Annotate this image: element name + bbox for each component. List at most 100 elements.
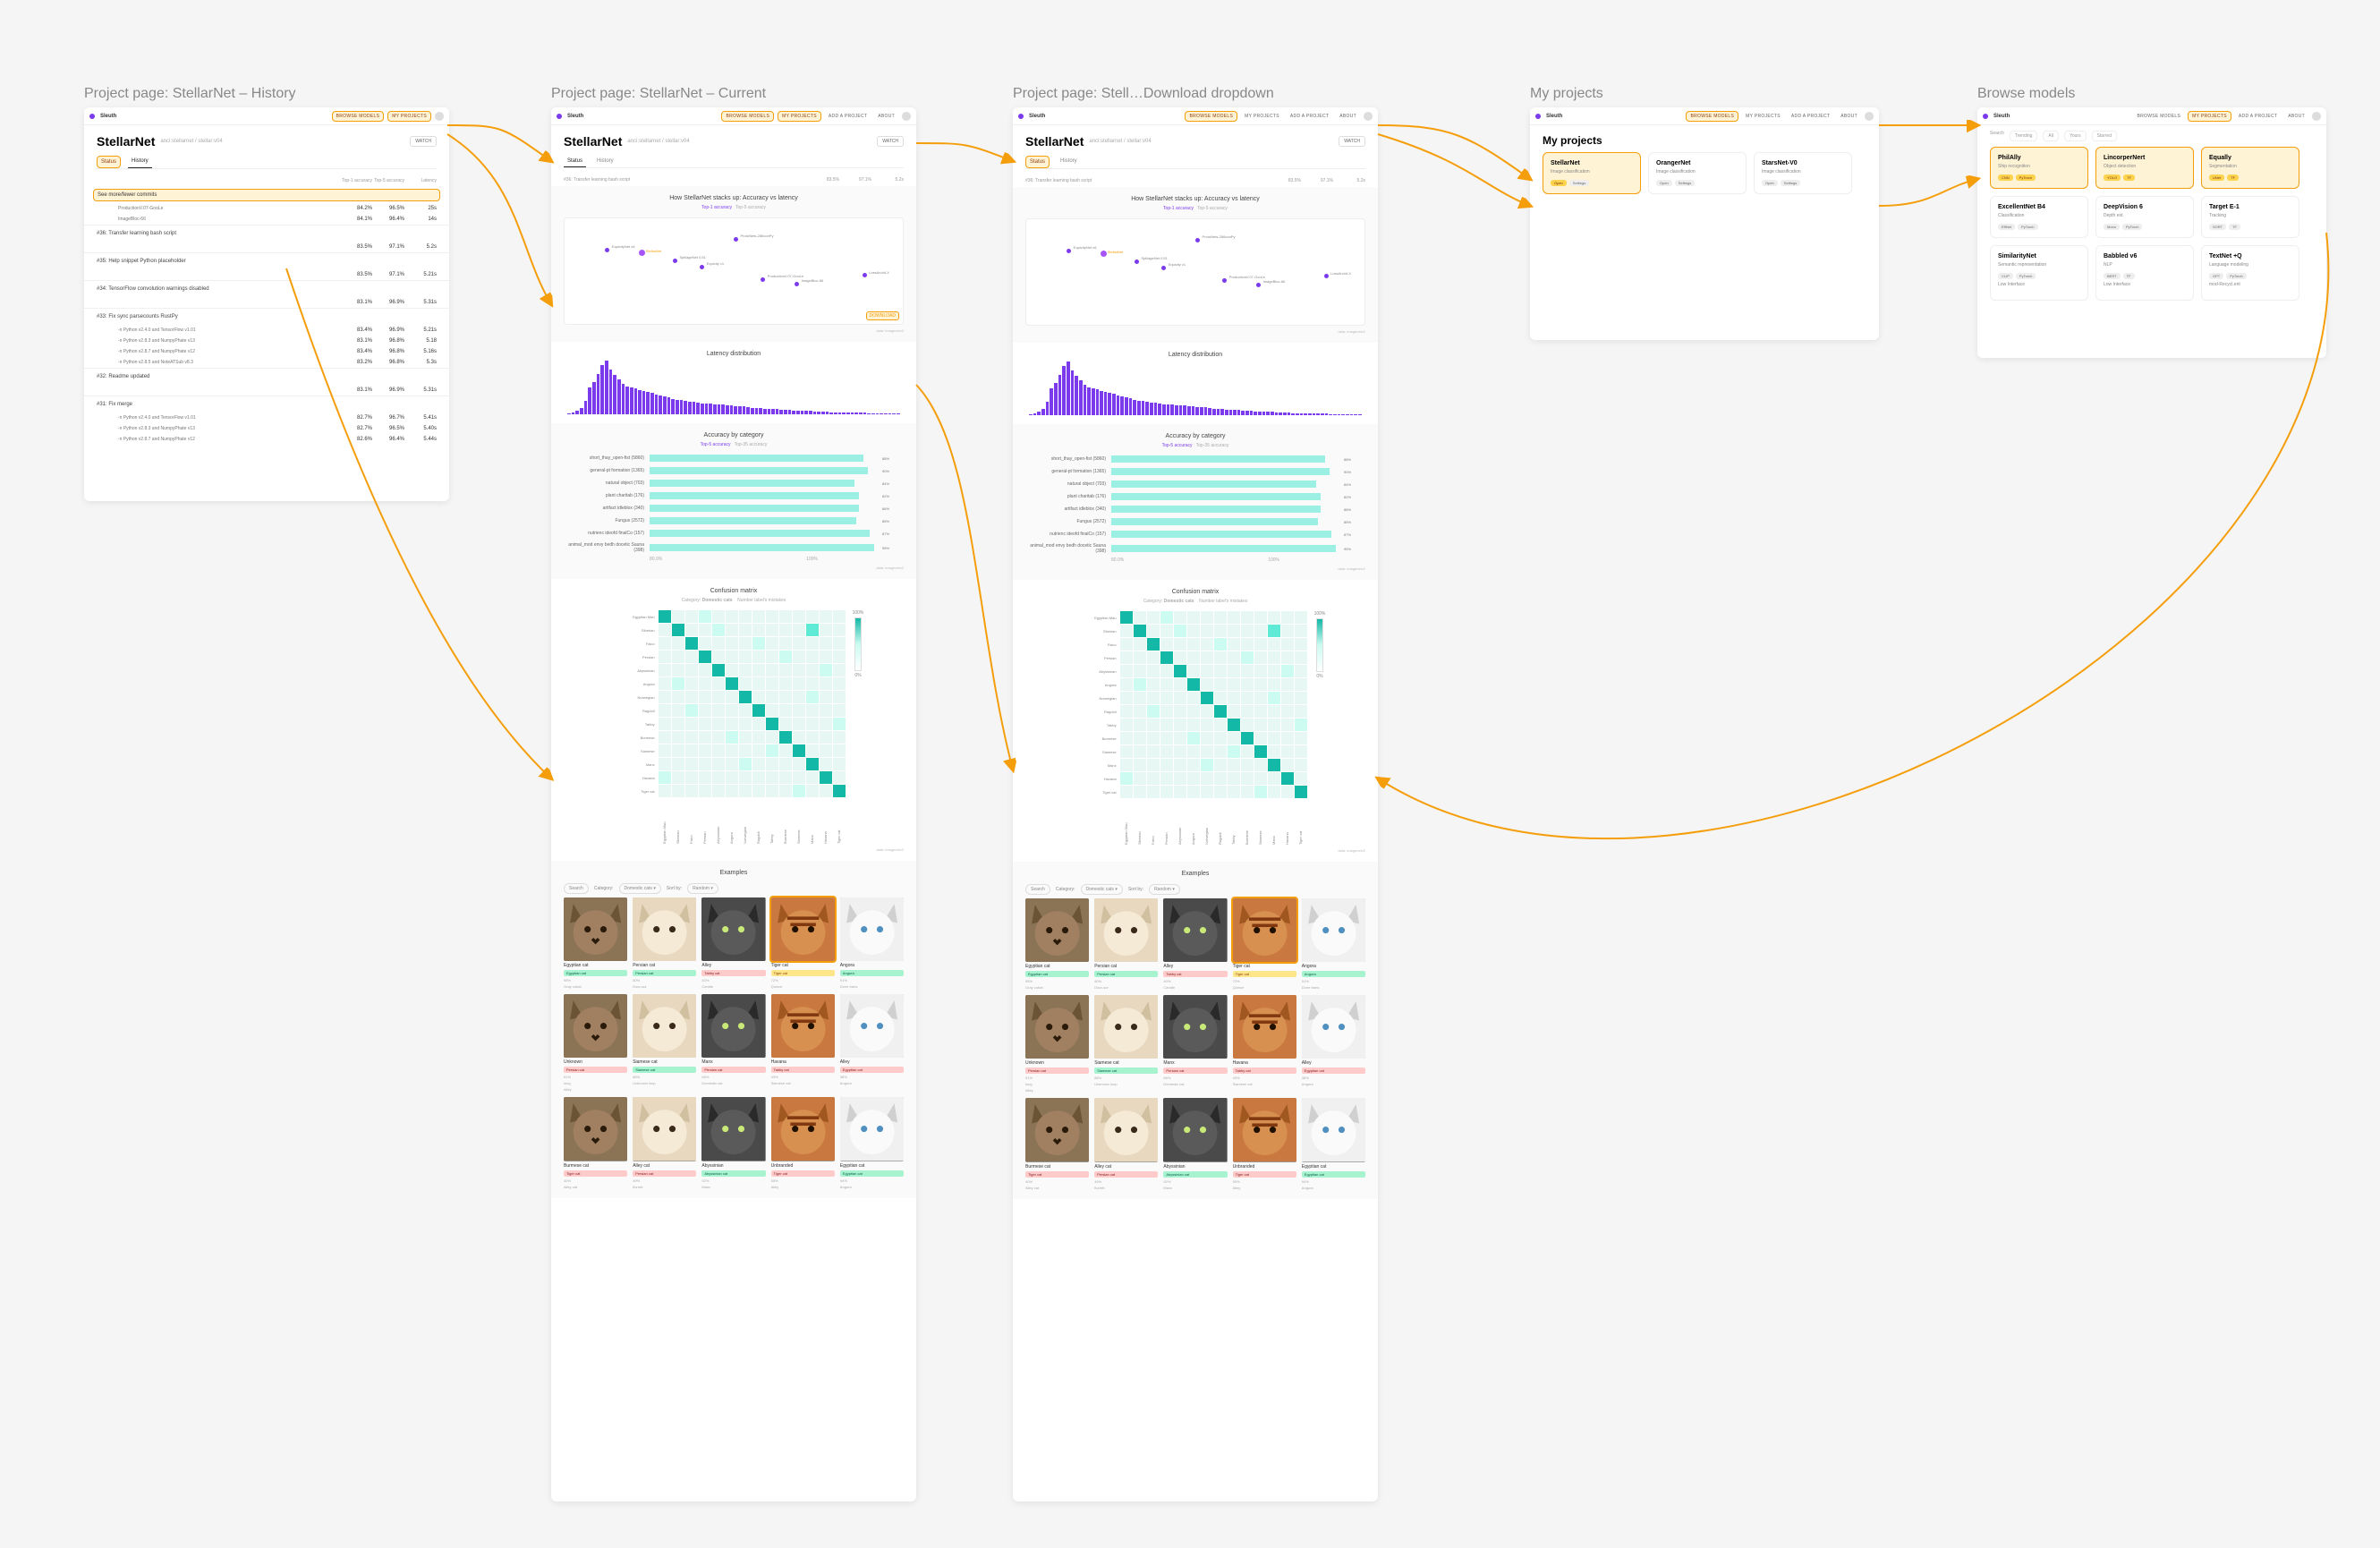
example-card[interactable]: Siamese cat Siamese cat 88% Unknown loop	[1094, 995, 1158, 1093]
model-card[interactable]: Target E-1 Tracking SORTTF	[2201, 196, 2299, 238]
nav-my-projects[interactable]: MY PROJECTS	[387, 111, 431, 122]
example-card[interactable]: Havana Tabby cat 43% Siamese cat	[1233, 995, 1296, 1093]
nav-add[interactable]: ADD A PROJECT	[825, 112, 871, 121]
history-commit[interactable]: #31: Fix merge	[84, 396, 449, 413]
open-button[interactable]: Open	[1656, 180, 1672, 186]
example-card[interactable]: Alley Egyptian cat 38% Angora	[1302, 995, 1365, 1093]
example-image[interactable]	[1025, 1098, 1089, 1161]
watch-button[interactable]: WATCH	[1339, 136, 1365, 147]
example-card[interactable]: Alley cat Persian cat 49% flurrett	[1094, 1098, 1158, 1189]
filter-trending[interactable]: Trending	[2010, 131, 2038, 141]
scatter-dot[interactable]	[761, 277, 765, 282]
confusion-matrix[interactable]: Egyptian MauSiberianFalcoPersianAbyssini…	[604, 610, 846, 797]
model-card[interactable]: LincorperNert Object detection YOLOTF	[2095, 147, 2194, 189]
example-card[interactable]: Tiger cat Tiger cat 72% Quince	[1233, 898, 1296, 990]
history-run[interactable]: -n Python v2.8.3 and NumpyPhate v1383.1%…	[84, 336, 449, 346]
example-card[interactable]: Alley Tabby cat 40% Candle	[701, 897, 765, 989]
example-image[interactable]	[1025, 995, 1089, 1059]
nav-add[interactable]: ADD A PROJECT	[1287, 112, 1332, 121]
example-card[interactable]: Unknown Persian cat 51% long Alley	[1025, 995, 1089, 1093]
example-card[interactable]: Egyptian cat Egyptian cat 94% Angora	[840, 1097, 904, 1188]
example-image[interactable]	[771, 994, 835, 1058]
example-image[interactable]	[564, 1097, 627, 1161]
example-image[interactable]	[840, 994, 904, 1058]
example-card[interactable]: Manx Persian cat 66% Domestic cat	[1163, 995, 1227, 1093]
history-commit[interactable]: #35: Help snippet Python placeholder	[84, 252, 449, 269]
tab-status[interactable]: Status	[97, 156, 121, 168]
watch-button[interactable]: WATCH	[410, 136, 437, 147]
nav-browse[interactable]: BROWSE MODELS	[332, 111, 385, 122]
example-image[interactable]	[1163, 898, 1227, 962]
example-image[interactable]	[1302, 1098, 1365, 1161]
tab-status[interactable]: Status	[1025, 156, 1050, 168]
example-card[interactable]: Unknown Persian cat 51% long Alley	[564, 994, 627, 1092]
scatter-dot[interactable]	[605, 248, 609, 252]
search-input[interactable]: Search	[564, 883, 589, 894]
nav-about[interactable]: ABOUT	[1837, 112, 1861, 121]
example-card[interactable]: Siamese cat Siamese cat 88% Unknown loop	[633, 994, 696, 1092]
avatar-icon[interactable]	[1364, 112, 1373, 121]
example-card[interactable]: Alley Egyptian cat 38% Angora	[840, 994, 904, 1092]
scatter-dot[interactable]	[1101, 251, 1107, 257]
tab-history[interactable]: History	[128, 156, 152, 168]
example-image[interactable]	[701, 1097, 765, 1161]
avatar-icon[interactable]	[902, 112, 911, 121]
example-card[interactable]: Persian cat Persian cat 80% Door-sur	[633, 897, 696, 989]
nav-my-projects[interactable]: MY PROJECTS	[1742, 112, 1784, 121]
scatter-dot[interactable]	[863, 273, 867, 277]
scatter-dot[interactable]	[1256, 283, 1261, 287]
history-run[interactable]: ProductionV.07-GooLe84.2%96.5%25s	[84, 203, 449, 214]
avatar-icon[interactable]	[2312, 112, 2321, 121]
tab-history[interactable]: History	[593, 156, 617, 167]
example-image[interactable]	[1233, 995, 1296, 1059]
nav-my-projects[interactable]: MY PROJECTS	[778, 111, 821, 122]
history-commit[interactable]: #33: Fix sync parsecounts RustPy	[84, 308, 449, 325]
scatter-dot[interactable]	[700, 265, 704, 269]
example-image[interactable]	[564, 897, 627, 961]
example-image[interactable]	[771, 897, 835, 961]
model-card[interactable]: ExcellentNet B4 Classification EffNetPyT…	[1990, 196, 2088, 238]
example-card[interactable]: Burmese cat Tiger cat 40% Alley cat	[1025, 1098, 1089, 1189]
example-image[interactable]	[1233, 898, 1296, 962]
example-image[interactable]	[633, 1097, 696, 1161]
filter-all[interactable]: All	[2043, 131, 2059, 141]
example-card[interactable]: Havana Tabby cat 43% Siamese cat	[771, 994, 835, 1092]
example-image[interactable]	[1302, 995, 1365, 1059]
example-image[interactable]	[840, 897, 904, 961]
example-image[interactable]	[1025, 898, 1089, 962]
download-dropdown[interactable]: DOWNLOAD	[866, 311, 899, 320]
scatter-dot[interactable]	[639, 250, 645, 256]
example-image[interactable]	[1163, 995, 1227, 1059]
history-run[interactable]: ImageBloc-6684.1%96.4%14s	[84, 214, 449, 225]
nav-about[interactable]: ABOUT	[1336, 112, 1360, 121]
example-image[interactable]	[1094, 1098, 1158, 1161]
example-image[interactable]	[633, 897, 696, 961]
example-card[interactable]: Tiger cat Tiger cat 72% Quince	[771, 897, 835, 989]
tab-history[interactable]: History	[1057, 156, 1081, 168]
example-image[interactable]	[840, 1097, 904, 1161]
example-image[interactable]	[1094, 898, 1158, 962]
example-card[interactable]: Angora Angora 91% Done trans	[1302, 898, 1365, 990]
project-card[interactable]: StellarNet Image classification OpenSett…	[1543, 152, 1641, 194]
avatar-icon[interactable]	[435, 112, 444, 121]
nav-browse[interactable]: BROWSE MODELS	[721, 111, 774, 122]
scatter-dot[interactable]	[673, 259, 677, 263]
example-image[interactable]	[1233, 1098, 1296, 1161]
nav-add[interactable]: ADD A PROJECT	[2235, 112, 2281, 121]
scatter-dot[interactable]	[1222, 278, 1227, 283]
example-image[interactable]	[633, 994, 696, 1058]
scatter-dot[interactable]	[795, 282, 799, 286]
sort-select[interactable]: Random ▾	[1149, 884, 1180, 895]
project-card[interactable]: StarsNet-V0 Image classification OpenSet…	[1754, 152, 1852, 194]
tab-status[interactable]: Status	[564, 156, 586, 167]
open-button[interactable]: Open	[1551, 180, 1567, 186]
category-select[interactable]: Domestic cats ▾	[619, 883, 661, 894]
nav-browse[interactable]: BROWSE MODELS	[2133, 112, 2184, 121]
settings-button[interactable]: Settings	[1675, 180, 1695, 186]
history-commit[interactable]: #32: Readme updated	[84, 368, 449, 385]
history-run[interactable]: -n Python v2.8.3 and NumpyPhate v1382.7%…	[84, 423, 449, 434]
nav-about[interactable]: ABOUT	[2284, 112, 2308, 121]
open-button[interactable]: Open	[1762, 180, 1778, 186]
nav-add[interactable]: ADD A PROJECT	[1788, 112, 1833, 121]
settings-button[interactable]: Settings	[1781, 180, 1800, 186]
